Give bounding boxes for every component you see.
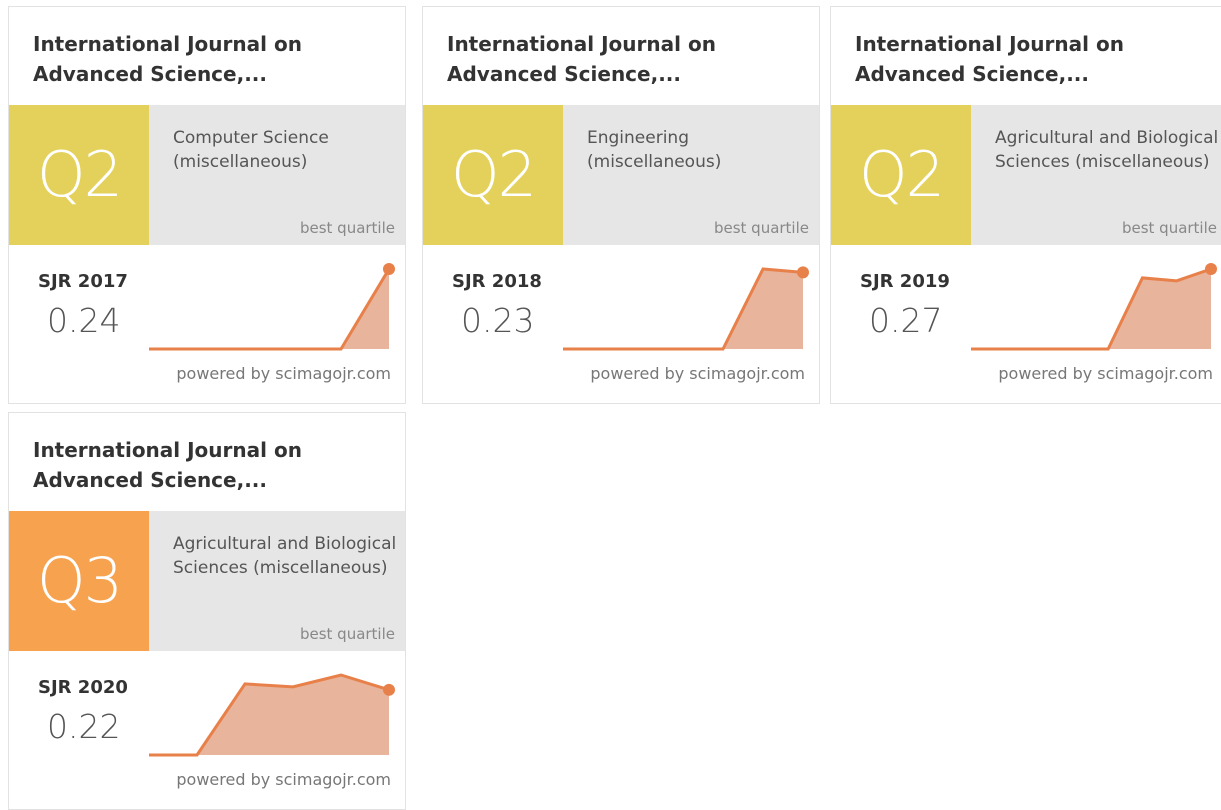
- sjr-year-label: SJR 2020: [38, 677, 128, 698]
- best-quartile-label: best quartile: [299, 219, 395, 237]
- powered-by-link[interactable]: powered by scimagojr.com: [176, 364, 391, 384]
- sjr-value: 0.23: [461, 301, 535, 340]
- subject-category: Computer Science (miscellaneous): [173, 128, 329, 172]
- best-quartile-label: best quartile: [299, 625, 395, 643]
- quartile-badge: Q2: [831, 105, 971, 245]
- journal-title: International Journal on Advanced Scienc…: [447, 32, 716, 86]
- journal-title: International Journal on Advanced Scienc…: [33, 438, 302, 492]
- quartile-band: Q3 Agricultural and Biological Sciences …: [9, 511, 405, 651]
- quartile-badge: Q2: [423, 105, 563, 245]
- sjr-widget-card[interactable]: International Journal on Advanced Scienc…: [422, 6, 820, 404]
- sjr-widget-card[interactable]: International Journal on Advanced Scienc…: [830, 6, 1221, 404]
- sjr-area: [149, 675, 389, 755]
- best-quartile-label: best quartile: [1121, 219, 1217, 237]
- journal-title: International Journal on Advanced Scienc…: [33, 32, 302, 86]
- sjr-sparkline: [971, 263, 1217, 351]
- powered-by-link[interactable]: powered by scimagojr.com: [590, 364, 805, 384]
- sjr-current-point: [797, 266, 809, 279]
- quartile-badge: Q2: [9, 105, 149, 245]
- quartile-band: Q2 Computer Science (miscellaneous) best…: [9, 105, 405, 245]
- best-quartile-label: best quartile: [713, 219, 809, 237]
- sjr-sparkline: [149, 263, 395, 351]
- sjr-year-label: SJR 2019: [860, 271, 950, 292]
- journal-title: International Journal on Advanced Scienc…: [855, 32, 1124, 86]
- quartile-band: Q2 Agricultural and Biological Sciences …: [831, 105, 1221, 245]
- sjr-value: 0.22: [47, 707, 121, 746]
- subject-category: Agricultural and Biological Sciences (mi…: [173, 534, 397, 578]
- sjr-sparkline: [563, 266, 809, 351]
- quartile-badge: Q3: [9, 511, 149, 651]
- powered-by-link[interactable]: powered by scimagojr.com: [998, 364, 1213, 384]
- sjr-widget-card[interactable]: International Journal on Advanced Scienc…: [8, 412, 406, 810]
- sjr-current-point: [383, 683, 395, 696]
- sjr-area: [149, 269, 389, 349]
- subject-category: Engineering (miscellaneous): [587, 128, 722, 172]
- sjr-area: [563, 269, 803, 349]
- sjr-widget-card[interactable]: International Journal on Advanced Scienc…: [8, 6, 406, 404]
- sjr-current-point: [383, 263, 395, 275]
- sjr-year-label: SJR 2018: [452, 271, 542, 292]
- subject-category: Agricultural and Biological Sciences (mi…: [995, 128, 1219, 172]
- sjr-value: 0.27: [869, 301, 943, 340]
- sjr-value: 0.24: [47, 301, 121, 340]
- sjr-current-point: [1205, 263, 1217, 275]
- quartile-band: Q2 Engineering (miscellaneous) best quar…: [423, 105, 819, 245]
- sjr-year-label: SJR 2017: [38, 271, 128, 292]
- powered-by-link[interactable]: powered by scimagojr.com: [176, 770, 391, 790]
- sjr-sparkline: [149, 673, 395, 757]
